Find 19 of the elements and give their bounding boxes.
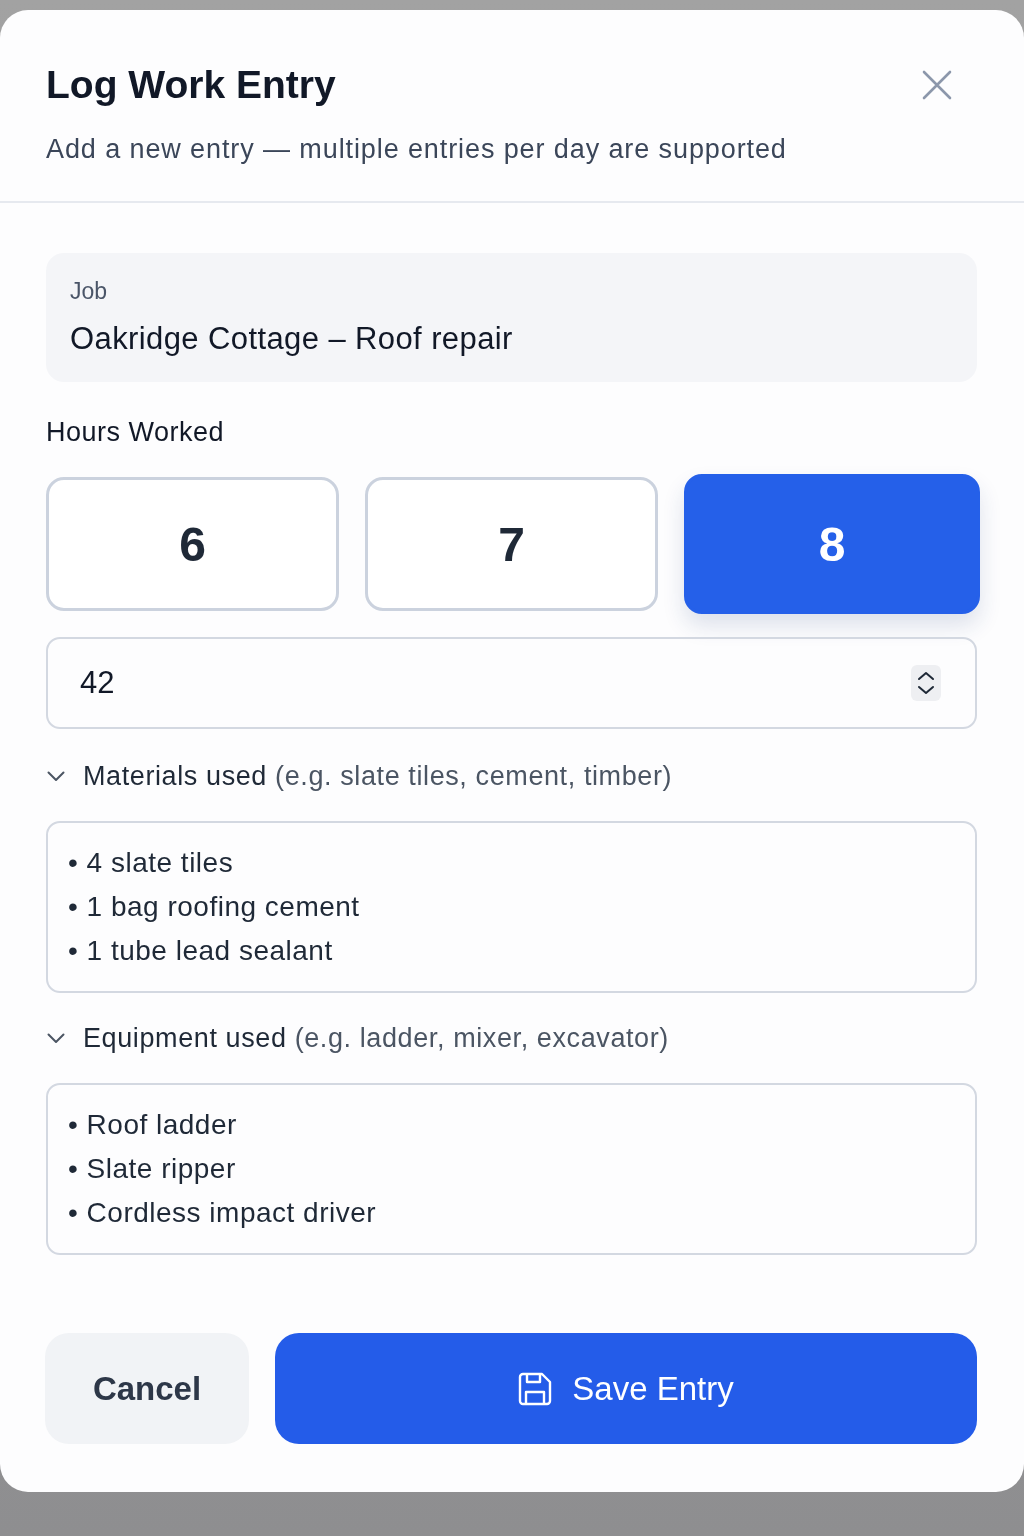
save-icon [518, 1371, 553, 1406]
list-field[interactable]: • Roof ladder • Slate ripper • Cordless impact driver [46, 1083, 977, 1255]
list-field[interactable]: • 4 slate tiles • 1 bag roofing cement • 1 tube lead sealant [46, 821, 977, 993]
hour-option[interactable]: 7 [365, 477, 658, 611]
save-button[interactable]: Save Entry [275, 1333, 977, 1444]
hours-input[interactable]: 42 [46, 637, 977, 729]
field-label: Job [70, 277, 108, 305]
stepper-icon[interactable] [911, 665, 941, 701]
hour-option[interactable]: 6 [46, 477, 339, 611]
job-field[interactable]: Job Oakridge Cottage – Roof repair [46, 253, 977, 382]
section-toggle[interactable]: Equipment used (e.g. ladder, mixer, excavator) [46, 1021, 669, 1055]
hour-option[interactable]: 8 [684, 474, 980, 614]
hours-label: Hours Worked [46, 416, 226, 449]
field-value: Oakridge Cottage – Roof repair [70, 320, 513, 358]
cancel-button[interactable]: Cancel [45, 1333, 249, 1444]
section-toggle[interactable]: Materials used (e.g. slate tiles, cement, timber) [46, 759, 673, 793]
dialog-title: Log Work Entry [46, 62, 336, 108]
dialog-subtitle: Add a new entry — multiple entries per day are supported [46, 133, 788, 166]
close-icon[interactable] [922, 70, 952, 100]
